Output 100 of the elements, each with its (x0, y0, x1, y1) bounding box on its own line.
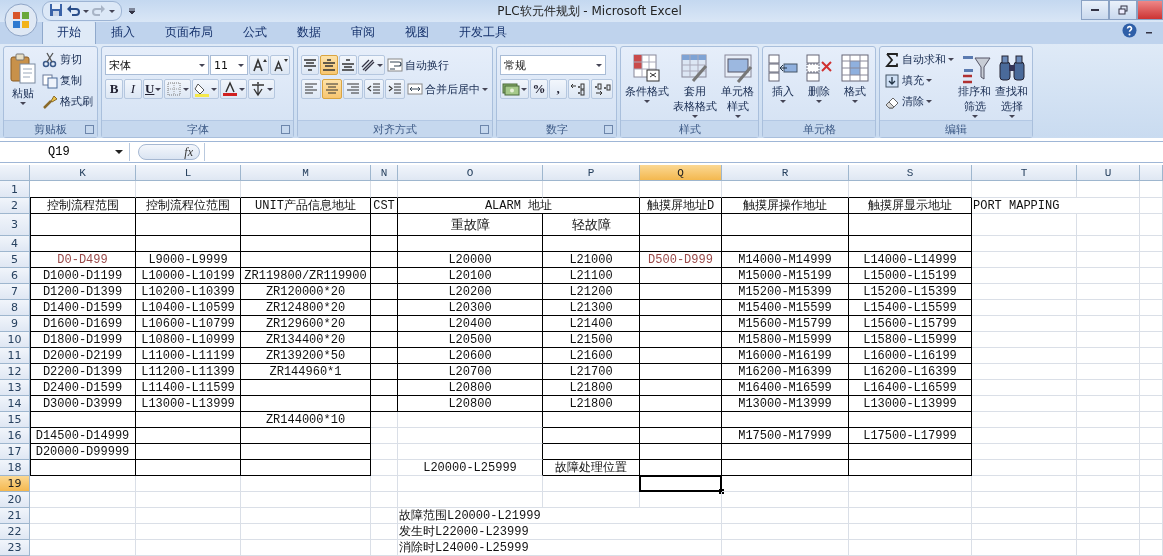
row-header[interactable]: 19 (0, 476, 30, 492)
name-box[interactable]: Q19 (0, 143, 130, 161)
ribbon-tab[interactable]: 页面布局 (150, 20, 228, 44)
wrap-text-button[interactable]: 自动换行 (386, 55, 450, 75)
shrink-font-button[interactable] (270, 55, 290, 75)
comma-button[interactable]: , (549, 79, 567, 99)
row-header[interactable]: 9 (0, 316, 30, 332)
column-header[interactable]: T (972, 165, 1077, 181)
increase-decimal-icon (570, 81, 588, 97)
align-left-button[interactable] (301, 79, 321, 99)
conditional-format-button[interactable]: 条件格式 (624, 50, 670, 120)
font-color-button[interactable] (220, 79, 248, 99)
find-select-button[interactable]: 查找和 选择 (994, 50, 1029, 120)
row-header[interactable]: 22 (0, 524, 30, 540)
row-header[interactable]: 20 (0, 492, 30, 508)
align-bottom-button[interactable] (339, 55, 357, 75)
column-header[interactable]: Q (640, 165, 722, 181)
number-format-field[interactable]: 常规 (500, 55, 606, 75)
orientation-button[interactable] (358, 55, 385, 75)
row-header[interactable]: 21 (0, 508, 30, 524)
active-cell[interactable] (640, 476, 722, 492)
merge-center-button[interactable]: 合并后居中 (406, 79, 489, 99)
insert-function-button[interactable]: fx (184, 144, 193, 160)
cell-styles-button[interactable]: 单元格 样式 (720, 50, 755, 120)
row-header[interactable]: 14 (0, 396, 30, 412)
row-header[interactable]: 4 (0, 236, 30, 252)
align-top-button[interactable] (301, 55, 319, 75)
row-header[interactable]: 6 (0, 268, 30, 284)
format-painter-button[interactable]: 格式刷 (41, 92, 94, 111)
bold-button[interactable]: B (105, 79, 123, 99)
decrease-decimal-button[interactable] (591, 79, 613, 99)
autosum-button[interactable]: 自动求和 (883, 50, 955, 69)
underline-button[interactable]: U (143, 79, 164, 99)
ribbon-tab[interactable]: 视图 (390, 20, 444, 44)
grow-font-button[interactable] (249, 55, 269, 75)
row-header[interactable]: 5 (0, 252, 30, 268)
currency-button[interactable] (500, 79, 529, 99)
row-header[interactable]: 15 (0, 412, 30, 428)
column-header[interactable]: M (241, 165, 371, 181)
dialog-launcher-icon[interactable] (604, 125, 613, 134)
align-middle-button[interactable] (320, 55, 338, 75)
dialog-launcher-icon[interactable] (480, 125, 489, 134)
ribbon-tab[interactable]: 开始 (42, 20, 96, 44)
increase-indent-button[interactable] (385, 79, 405, 99)
column-header[interactable]: N (371, 165, 398, 181)
font-size-field[interactable]: 11 (210, 55, 248, 75)
table-cell (371, 444, 398, 460)
help-icon[interactable] (1122, 23, 1137, 41)
row-header[interactable]: 23 (0, 540, 30, 556)
ribbon-tab[interactable]: 插入 (96, 20, 150, 44)
format-as-table-button[interactable]: 套用 表格格式 (672, 50, 718, 120)
column-header[interactable]: P (543, 165, 640, 181)
align-center-button[interactable] (322, 79, 342, 99)
row-header[interactable]: 16 (0, 428, 30, 444)
row-header[interactable]: 7 (0, 284, 30, 300)
row-header[interactable]: 10 (0, 332, 30, 348)
font-name-field[interactable]: 宋体 (105, 55, 209, 75)
fill-button[interactable]: 填充 (883, 71, 955, 90)
column-header[interactable]: O (398, 165, 543, 181)
table-cell (1140, 396, 1163, 412)
cut-button[interactable]: 剪切 (41, 50, 94, 69)
row-header[interactable]: 12 (0, 364, 30, 380)
ribbon-tab[interactable]: 开发工具 (444, 20, 522, 44)
phonetic-button[interactable] (248, 79, 276, 99)
row-header[interactable]: 1 (0, 181, 30, 198)
row-header[interactable]: 11 (0, 348, 30, 364)
sort-filter-button[interactable]: 排序和 筛选 (957, 50, 992, 120)
ribbon-tab[interactable]: 公式 (228, 20, 282, 44)
row-header[interactable]: 3 (0, 214, 30, 236)
table-cell (371, 252, 398, 268)
delete-button[interactable]: 删除 (802, 50, 836, 120)
increase-decimal-button[interactable] (568, 79, 590, 99)
wrap-text-icon (387, 57, 403, 73)
ribbon-tab[interactable]: 审阅 (336, 20, 390, 44)
minimize-icon[interactable] (1081, 0, 1109, 20)
row-header[interactable]: 2 (0, 198, 30, 214)
format-painter-icon (42, 93, 58, 110)
column-header[interactable]: L (136, 165, 241, 181)
clear-button[interactable]: 清除 (883, 92, 955, 111)
table-cell (371, 476, 398, 492)
paste-button[interactable]: 粘贴 (7, 50, 39, 120)
column-header[interactable]: S (849, 165, 972, 181)
dialog-launcher-icon[interactable] (85, 125, 94, 134)
table-cell: 轻故障 (543, 214, 640, 236)
column-header[interactable]: R (722, 165, 849, 181)
insert-button[interactable]: 插入 (766, 50, 800, 120)
row-header[interactable]: 17 (0, 444, 30, 460)
ribbon-tab[interactable]: 数据 (282, 20, 336, 44)
italic-button[interactable]: I (124, 79, 142, 99)
column-header[interactable]: U (1077, 165, 1140, 181)
copy-button[interactable]: 复制 (41, 71, 94, 90)
row-header[interactable]: 13 (0, 380, 30, 396)
fill-color-button[interactable] (192, 79, 220, 99)
format-button[interactable]: 格式 (838, 50, 872, 120)
merge-center-icon (407, 81, 423, 97)
percent-button[interactable]: % (530, 79, 548, 99)
row-header[interactable]: 18 (0, 460, 30, 476)
column-header[interactable]: K (30, 165, 136, 181)
row-header[interactable]: 8 (0, 300, 30, 316)
dialog-launcher-icon[interactable] (281, 125, 290, 134)
